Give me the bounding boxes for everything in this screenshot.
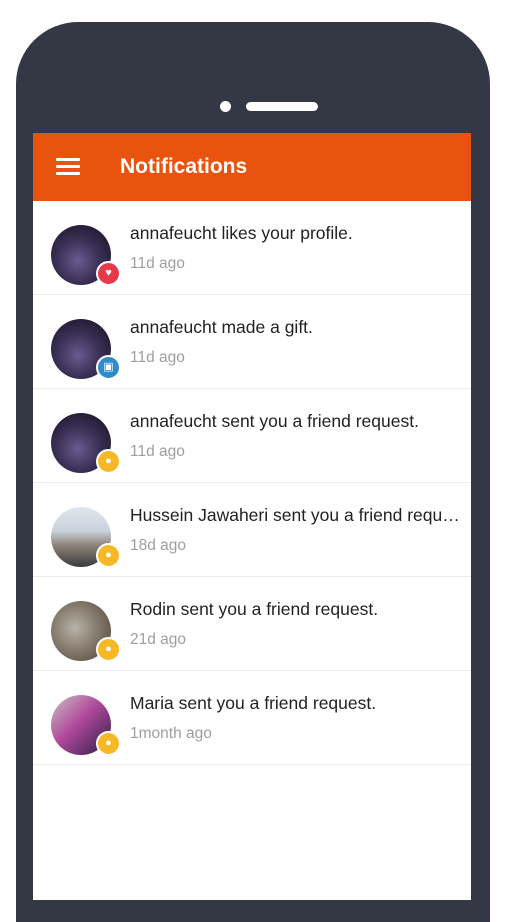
friend-badge-icon: ●: [96, 543, 121, 568]
notification-text: annafeucht likes your profile.: [130, 223, 353, 243]
app-bar: Notifications: [33, 133, 471, 201]
notification-time: 11d ago: [130, 349, 185, 366]
notification-text: Hussein Jawaheri sent you a friend reque…: [130, 505, 462, 525]
notification-time: 21d ago: [130, 631, 187, 648]
notification-item[interactable]: ♥ annafeucht likes your profile. 11d ago: [33, 201, 471, 295]
notification-item[interactable]: ▣ annafeucht made a gift. 11d ago: [33, 295, 471, 389]
notification-item[interactable]: ● annafeucht sent you a friend request. 11…: [33, 389, 471, 483]
notification-text: Maria sent you a friend request.: [130, 693, 377, 713]
camera-dot: [220, 101, 231, 112]
friend-badge-icon: ●: [96, 637, 121, 662]
notification-item[interactable]: ● Maria sent you a friend request. 1month …: [33, 671, 471, 765]
notification-list: ♥ annafeucht likes your profile. 11d ago ▣ a…: [33, 201, 471, 765]
notification-item[interactable]: ● Hussein Jawaheri sent you a friend requ…: [33, 483, 471, 577]
notification-time: 11d ago: [130, 443, 185, 460]
notification-text: annafeucht made a gift.: [130, 317, 313, 337]
notification-time: 1month ago: [130, 725, 212, 742]
notification-text: Rodin sent you a friend request.: [130, 599, 379, 619]
friend-badge-icon: ●: [96, 449, 121, 474]
notification-time: 18d ago: [130, 537, 187, 554]
speaker-grille: [246, 102, 318, 111]
hamburger-menu-icon[interactable]: [56, 158, 80, 176]
notification-item[interactable]: ● Rodin sent you a friend request. 21d ago: [33, 577, 471, 671]
notification-time: 11d ago: [130, 255, 185, 272]
page-title: Notifications: [120, 155, 248, 178]
gift-badge-icon: ▣: [96, 355, 121, 380]
friend-badge-icon: ●: [96, 731, 121, 756]
app-screen: Notifications ♥ annafeucht likes your pro…: [33, 133, 471, 900]
notification-text: annafeucht sent you a friend request.: [130, 411, 419, 431]
heart-badge-icon: ♥: [96, 261, 121, 286]
